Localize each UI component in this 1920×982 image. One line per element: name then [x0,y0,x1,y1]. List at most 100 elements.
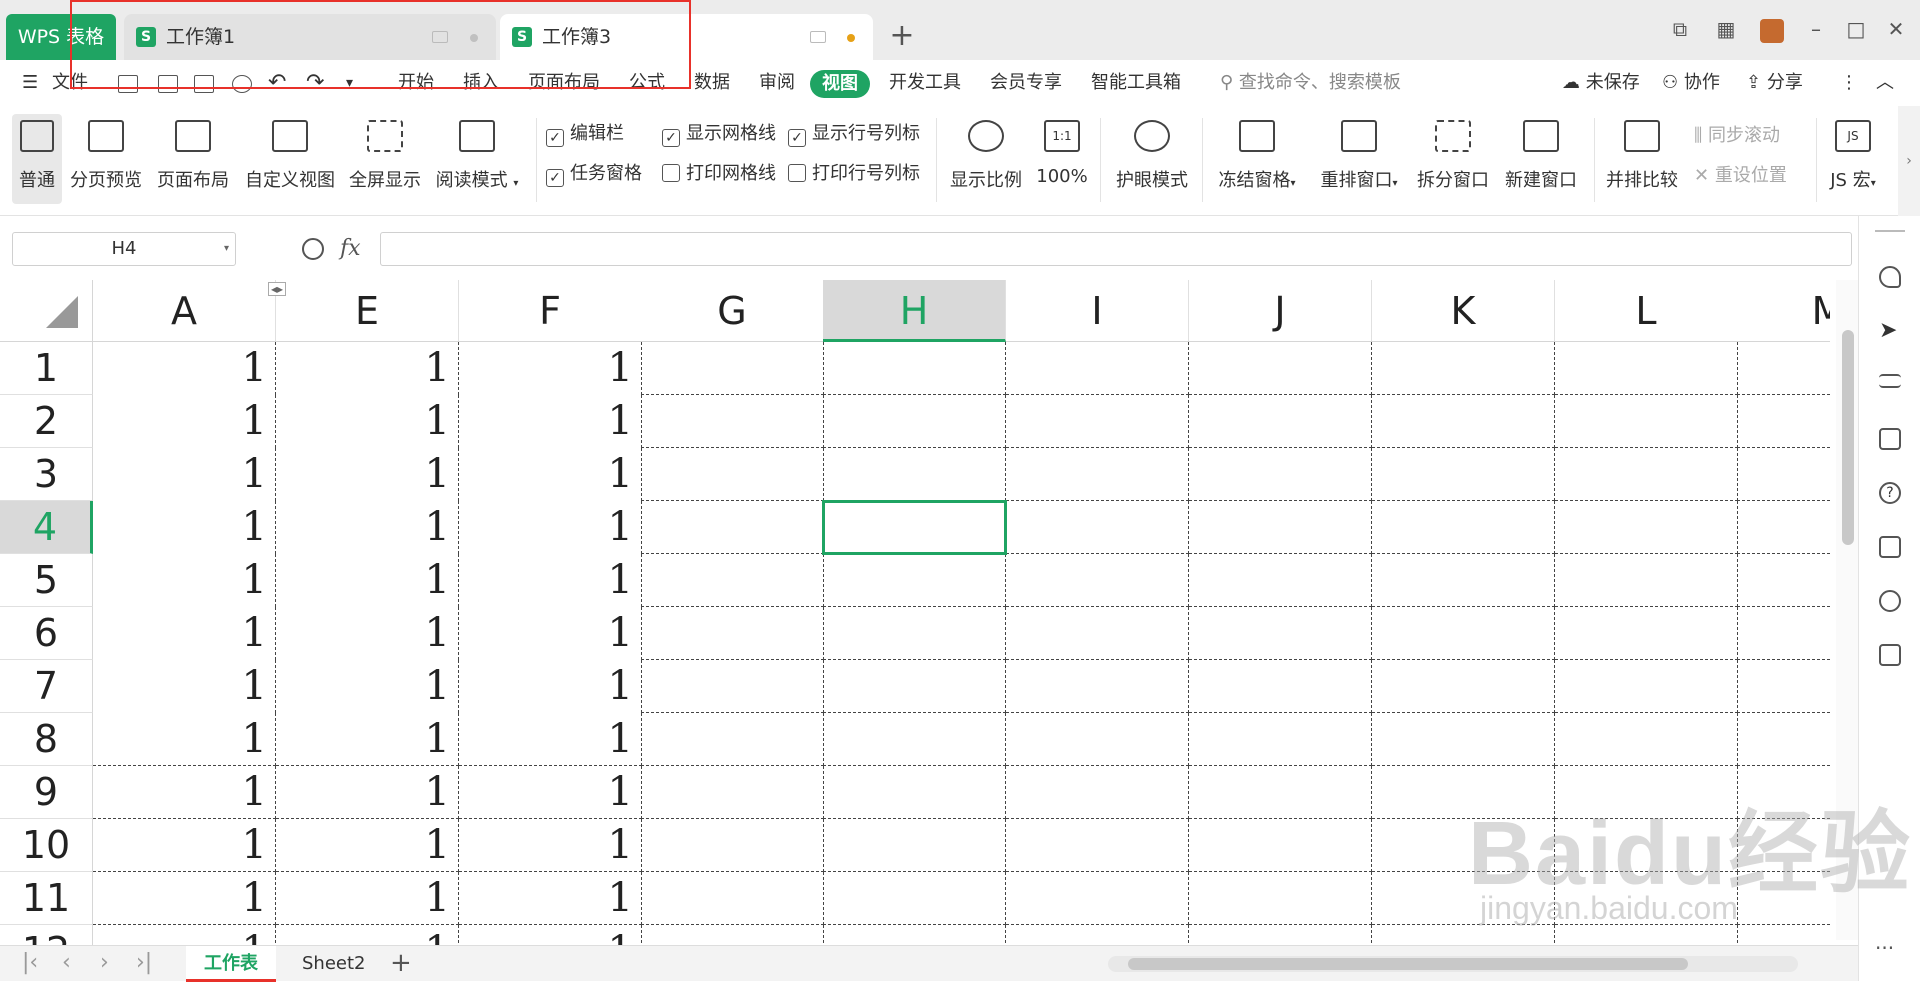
add-tab-button[interactable]: + [887,18,917,58]
custom-view-button[interactable]: 自定义视图 [244,114,336,204]
menu-review[interactable]: 审阅 [759,60,795,106]
undo-icon[interactable]: ↶ [268,60,286,106]
cell-l6[interactable] [1555,607,1738,660]
command-search[interactable]: ⚲ 查找命令、搜索模板 [1220,60,1401,106]
cell-j11[interactable] [1189,872,1372,925]
cell-g10[interactable] [641,819,824,872]
add-sheet-button[interactable]: + [390,946,412,980]
cell-j1[interactable] [1189,342,1372,395]
cell-l2[interactable] [1555,395,1738,448]
cell-h6[interactable] [823,607,1006,660]
cell-g4[interactable] [641,501,824,554]
row-header-3[interactable]: 3 [0,448,93,501]
menu-member[interactable]: 会员专享 [990,60,1062,106]
maximize-icon[interactable]: □ [1836,14,1876,44]
close-dot-icon[interactable] [470,34,478,42]
cell-i7[interactable] [1006,660,1189,713]
cell-a9[interactable]: 1 [93,766,276,819]
cell-f8[interactable]: 1 [459,713,642,766]
horizontal-scrollbar[interactable] [1108,956,1798,972]
cell-k5[interactable] [1372,554,1555,607]
row-header-9[interactable]: 9 [0,766,93,819]
cell-g3[interactable] [641,448,824,501]
cell-a12[interactable]: 1 [93,925,276,945]
cell-e2[interactable]: 1 [276,395,459,448]
cell-f12[interactable]: 1 [459,925,642,945]
cell-i4[interactable] [1006,501,1189,554]
column-header-a[interactable]: A [93,280,276,342]
cell-e8[interactable]: 1 [276,713,459,766]
cell-h1[interactable] [823,342,1006,395]
cell-j4[interactable] [1189,501,1372,554]
cell-e1[interactable]: 1 [276,342,459,395]
column-header-e[interactable]: E [276,280,459,342]
cell-m8[interactable] [1737,713,1830,766]
cell-f11[interactable]: 1 [459,872,642,925]
js-macro-button[interactable]: JS JS 宏▾ [1824,114,1882,204]
cell-k6[interactable] [1372,607,1555,660]
cell-m2[interactable] [1737,395,1830,448]
row-header-12[interactable]: 12 [0,925,93,945]
cell-a1[interactable]: 1 [93,342,276,395]
cell-a7[interactable]: 1 [93,660,276,713]
task-pane-checkbox[interactable]: ✓ 任务窗格 [546,162,642,187]
help-icon[interactable]: ? [1879,482,1901,504]
cell-g9[interactable] [641,766,824,819]
cell-k7[interactable] [1372,660,1555,713]
first-sheet-icon[interactable]: |‹ [22,950,38,975]
menu-smart-toolbox[interactable]: 智能工具箱 [1091,60,1181,106]
cell-f3[interactable]: 1 [459,448,642,501]
cell-f6[interactable]: 1 [459,607,642,660]
zoom-100-button[interactable]: 1:1 100% [1034,114,1090,204]
menu-developer[interactable]: 开发工具 [889,60,961,106]
row-header-5[interactable]: 5 [0,554,93,607]
cell-g7[interactable] [641,660,824,713]
cell-e10[interactable]: 1 [276,819,459,872]
page-break-preview-button[interactable]: 分页预览 [68,114,144,204]
cell-f9[interactable]: 1 [459,766,642,819]
share-button[interactable]: ⇪ 分享 [1746,60,1803,106]
side-by-side-button[interactable]: 并排比较 [1604,114,1680,204]
export-pdf-icon[interactable] [158,75,178,93]
cell-k1[interactable] [1372,342,1555,395]
row-header-6[interactable]: 6 [0,607,93,660]
cell-h8[interactable] [823,713,1006,766]
hamburger-icon[interactable]: ☰ [22,60,38,106]
cell-h12[interactable] [823,925,1006,945]
cell-a11[interactable]: 1 [93,872,276,925]
tab-workbook1[interactable]: S 工作簿1 [124,14,496,60]
print-icon[interactable] [194,75,214,93]
column-header-g[interactable]: G [641,280,824,342]
close-icon[interactable]: ✕ [1876,14,1916,44]
ribbon-scroll-right-icon[interactable]: › [1898,106,1920,216]
column-header-f[interactable]: F [459,280,642,342]
normal-view-button[interactable]: 普通 [12,114,62,204]
cursor-icon[interactable]: ➤ [1879,320,1901,342]
arrange-windows-button[interactable]: 重排窗口▾ [1314,114,1404,204]
cell-i5[interactable] [1006,554,1189,607]
cell-j9[interactable] [1189,766,1372,819]
cell-g5[interactable] [641,554,824,607]
cell-e12[interactable]: 1 [276,925,459,945]
vertical-scroll-thumb[interactable] [1842,330,1854,545]
cell-e9[interactable]: 1 [276,766,459,819]
cell-i2[interactable] [1006,395,1189,448]
cell-f4[interactable]: 1 [459,501,642,554]
cell-j6[interactable] [1189,607,1372,660]
show-gridlines-checkbox[interactable]: ✓ 显示网格线 [662,122,776,147]
active-cell-selection[interactable] [822,500,1007,555]
row-header-10[interactable]: 10 [0,819,93,872]
avatar[interactable] [1752,14,1792,44]
cell-e6[interactable]: 1 [276,607,459,660]
row-header-8[interactable]: 8 [0,713,93,766]
more-menu-icon[interactable]: ⋮ [1840,60,1858,106]
customize-toolbar-icon[interactable]: ▾ [346,60,353,106]
row-header-4[interactable]: 4 [0,501,93,554]
cell-a3[interactable]: 1 [93,448,276,501]
sheet-tab-sheet2[interactable]: Sheet2 [284,946,384,982]
cell-h3[interactable] [823,448,1006,501]
last-sheet-icon[interactable]: ›| [136,950,152,975]
cell-h11[interactable] [823,872,1006,925]
freeze-panes-button[interactable]: 冻结窗格▾ [1212,114,1302,204]
cell-i8[interactable] [1006,713,1189,766]
